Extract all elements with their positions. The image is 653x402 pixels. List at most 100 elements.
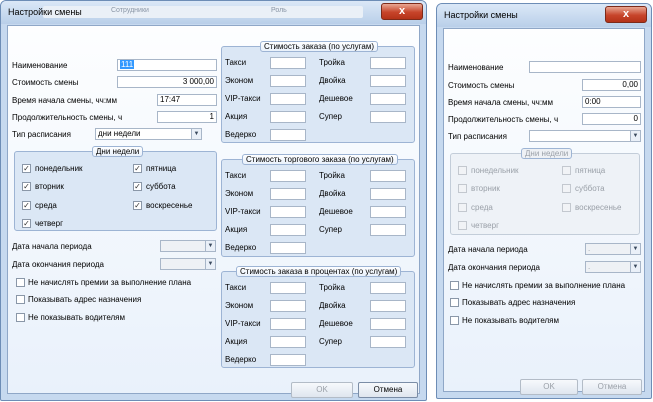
wednesday-label: среда	[471, 203, 493, 212]
no-bonus-checkbox[interactable]	[16, 278, 25, 287]
period-start-label: Дата начала периода	[12, 242, 92, 251]
price-input[interactable]	[370, 111, 406, 123]
close-button[interactable]: x	[605, 6, 647, 23]
price-input[interactable]	[370, 318, 406, 330]
period-end-select[interactable]: . ▼	[585, 261, 641, 273]
show-address-checkbox[interactable]	[16, 295, 25, 304]
start-time-input[interactable]: 17:47	[157, 94, 217, 106]
price-input[interactable]	[270, 170, 306, 182]
period-start-select[interactable]: . ▼	[585, 243, 641, 255]
schedule-type-select[interactable]: ▼	[529, 130, 641, 142]
dialog-body: Наименование Стоимость смены 0,00 Время …	[443, 28, 645, 395]
price-input[interactable]	[270, 336, 306, 348]
start-time-label: Время начала смены, чч:мм	[448, 98, 554, 107]
cost-input[interactable]: 3 000,00	[117, 76, 217, 88]
service-label: Тройка	[319, 171, 345, 180]
price-input[interactable]	[370, 224, 406, 236]
chevron-down-icon[interactable]: ▼	[630, 262, 640, 272]
show-address-label: Показывать адрес назначения	[28, 295, 142, 304]
shift-settings-dialog-empty: Настройки смены x Наименование Стоимость…	[436, 3, 652, 399]
service-label: Эконом	[225, 189, 254, 198]
saturday-label: суббота	[146, 182, 176, 191]
thursday-checkbox[interactable]	[458, 221, 467, 230]
friday-checkbox[interactable]: ✓	[133, 164, 142, 173]
price-input[interactable]	[270, 354, 306, 366]
price-input[interactable]	[370, 282, 406, 294]
schedule-type-value: дни недели	[98, 129, 141, 138]
duration-input[interactable]: 1	[157, 111, 217, 123]
wednesday-label: среда	[35, 201, 57, 210]
chevron-down-icon[interactable]: ▼	[205, 241, 215, 251]
sunday-label: воскресенье	[146, 201, 193, 210]
thursday-checkbox[interactable]: ✓	[22, 219, 31, 228]
chevron-down-icon[interactable]: ▼	[630, 244, 640, 254]
weekdays-group-title: Дни недели	[92, 146, 144, 157]
name-input[interactable]	[529, 61, 641, 73]
chevron-down-icon[interactable]: ▼	[191, 129, 201, 139]
duration-input[interactable]: 0	[582, 113, 641, 125]
monday-checkbox[interactable]: ✓	[22, 164, 31, 173]
price-input[interactable]	[270, 282, 306, 294]
chevron-down-icon[interactable]: ▼	[630, 131, 640, 141]
price-input[interactable]	[370, 336, 406, 348]
bg-tab-label: Роль	[271, 7, 287, 14]
service-label: Двойка	[319, 301, 346, 310]
sunday-label: воскресенье	[575, 203, 622, 212]
cost-input[interactable]: 0,00	[582, 79, 641, 91]
chevron-down-icon[interactable]: ▼	[205, 259, 215, 269]
shift-settings-dialog-filled: Сотрудники Роль Настройки смены x Наимен…	[0, 0, 427, 401]
order-price-group-title: Стимость заказа (по услугам)	[260, 41, 379, 52]
price-input[interactable]	[370, 93, 406, 105]
tuesday-label: вторник	[35, 182, 64, 191]
sunday-checkbox[interactable]: ✓	[133, 201, 142, 210]
price-input[interactable]	[270, 75, 306, 87]
wednesday-checkbox[interactable]: ✓	[22, 201, 31, 210]
cancel-button[interactable]: Отмена	[358, 382, 418, 398]
close-button[interactable]: x	[381, 3, 423, 20]
sunday-checkbox[interactable]	[562, 203, 571, 212]
title-bar: Сотрудники Роль Настройки смены x	[1, 1, 426, 24]
price-input[interactable]	[370, 57, 406, 69]
price-input[interactable]	[270, 242, 306, 254]
price-input[interactable]	[270, 318, 306, 330]
price-input[interactable]	[370, 206, 406, 218]
weekdays-group-title: Дни недели	[521, 148, 573, 159]
wednesday-checkbox[interactable]	[458, 203, 467, 212]
price-input[interactable]	[270, 129, 306, 141]
price-input[interactable]	[370, 188, 406, 200]
cancel-button[interactable]: Отмена	[582, 379, 642, 395]
hide-drivers-checkbox[interactable]	[16, 313, 25, 322]
price-input[interactable]	[270, 224, 306, 236]
tuesday-checkbox[interactable]: ✓	[22, 182, 31, 191]
start-time-input[interactable]: 0:00	[582, 96, 641, 108]
ok-button[interactable]: OK	[291, 382, 353, 398]
monday-checkbox[interactable]	[458, 166, 467, 175]
price-input[interactable]	[370, 75, 406, 87]
bg-tab-label: Сотрудники	[111, 7, 149, 14]
name-input[interactable]: 111	[117, 59, 217, 71]
price-input[interactable]	[270, 93, 306, 105]
period-start-select[interactable]: ▼	[160, 240, 216, 252]
price-input[interactable]	[370, 300, 406, 312]
schedule-type-select[interactable]: дни недели ▼	[95, 128, 202, 140]
hide-drivers-checkbox[interactable]	[450, 316, 459, 325]
duration-label: Продолжительность смены, ч	[448, 115, 559, 124]
tuesday-checkbox[interactable]	[458, 184, 467, 193]
saturday-checkbox[interactable]	[562, 184, 571, 193]
show-address-checkbox[interactable]	[450, 298, 459, 307]
service-label: Супер	[319, 225, 343, 234]
ok-button[interactable]: OK	[520, 379, 578, 395]
no-bonus-checkbox[interactable]	[450, 281, 459, 290]
price-input[interactable]	[270, 300, 306, 312]
service-label: Акция	[225, 337, 248, 346]
period-start-value: .	[588, 244, 591, 253]
saturday-checkbox[interactable]: ✓	[133, 182, 142, 191]
price-input[interactable]	[270, 57, 306, 69]
period-end-select[interactable]: ▼	[160, 258, 216, 270]
price-input[interactable]	[270, 206, 306, 218]
close-icon: x	[622, 8, 630, 20]
price-input[interactable]	[270, 188, 306, 200]
friday-checkbox[interactable]	[562, 166, 571, 175]
price-input[interactable]	[370, 170, 406, 182]
price-input[interactable]	[270, 111, 306, 123]
